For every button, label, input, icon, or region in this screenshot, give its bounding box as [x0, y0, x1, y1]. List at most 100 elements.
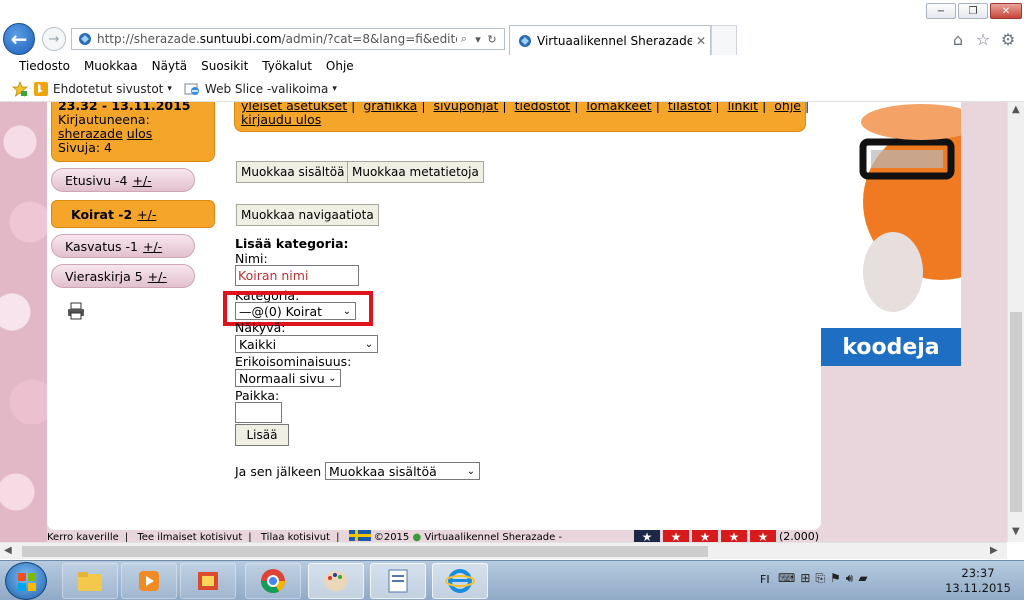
web-slice-gallery-link[interactable]: Web Slice -valikoima ▾ — [184, 82, 337, 96]
internet-explorer-icon — [445, 569, 475, 593]
add-category-heading: Lisää kategoria: — [235, 236, 349, 251]
tab-close-icon[interactable]: ✕ — [692, 34, 710, 48]
menu-link-templates[interactable]: sivupohjat — [434, 102, 499, 113]
nav-item-kasvatus[interactable]: Kasvatus -1 +/- — [51, 234, 195, 258]
printer-icon[interactable] — [67, 302, 85, 320]
horizontal-scroll-thumb[interactable] — [22, 546, 708, 557]
advertisement-banner[interactable]: koodeja — [821, 102, 961, 366]
nav-item-toggle[interactable]: +/- — [148, 269, 167, 284]
rating-star-icon[interactable]: ★ — [634, 530, 660, 542]
rating-count: (2.000) — [779, 530, 820, 542]
menu-link-files[interactable]: tiedostot — [515, 102, 571, 113]
taskbar-internet-explorer[interactable] — [432, 563, 488, 599]
menu-link-help[interactable]: ohje — [774, 102, 801, 113]
gear-icon[interactable]: ⚙ — [998, 29, 1018, 49]
refresh-icon[interactable]: ↻ — [485, 33, 499, 46]
rating-stars: ★ ★ ★ ★ ★ (2.000) — [634, 530, 819, 542]
taskbar-media-player[interactable] — [121, 563, 177, 599]
menu-view[interactable]: Näytä — [145, 59, 195, 73]
browser-tab[interactable]: Virtuaalikennel Sherazade ✕ — [509, 25, 711, 55]
minimize-button[interactable]: − — [926, 3, 956, 19]
volume-icon[interactable]: 🔊︎ — [846, 571, 854, 586]
new-tab-button[interactable] — [711, 25, 737, 55]
after-action-select[interactable]: Muokkaa sisältöä ⌄ — [325, 462, 480, 480]
suggested-sites-link[interactable]: Ehdotetut sivustot ▾ — [34, 81, 172, 96]
tab-favicon-icon — [519, 34, 531, 47]
edit-metadata-button[interactable]: Muokkaa metatietoja — [347, 161, 484, 183]
home-icon[interactable]: ⌂ — [948, 29, 968, 49]
taskbar: FI ⌨ ⊞ ⎘ ⚑ 🔊︎ ▰ 23:37 13.11.2015 — [0, 560, 1024, 600]
close-button[interactable]: ✕ — [990, 3, 1022, 19]
logout-link[interactable]: ulos — [127, 126, 153, 141]
menu-link-statistics[interactable]: tilastot — [668, 102, 711, 113]
address-url[interactable]: http://sherazade.suntuubi.com/admin/?cat… — [97, 32, 457, 46]
address-bar[interactable]: http://sherazade.suntuubi.com/admin/?cat… — [71, 28, 505, 50]
special-select[interactable]: Normaali sivu ⌄ — [235, 369, 341, 387]
navigation-bar: ← → http://sherazade.suntuubi.com/admin/… — [0, 22, 1024, 56]
favorites-star-add-icon[interactable] — [12, 80, 28, 97]
favorites-star-icon[interactable]: ☆ — [973, 29, 993, 49]
rating-star-icon[interactable]: ★ — [663, 530, 689, 542]
menu-link-graphics[interactable]: grafiikka — [363, 102, 417, 113]
scroll-up-arrow-icon[interactable]: ▲ — [1012, 104, 1020, 115]
nav-item-toggle[interactable]: +/- — [137, 207, 156, 222]
action-flag-icon[interactable]: ⚑ — [830, 571, 841, 586]
edit-navigation-button[interactable]: Muokkaa navigaatiota — [236, 204, 379, 226]
taskbar-clock[interactable]: 23:37 13.11.2015 — [944, 566, 1012, 596]
dropdown-caret-icon[interactable]: ▾ — [471, 33, 485, 46]
scroll-right-arrow-icon[interactable]: ▶ — [990, 545, 998, 556]
start-button[interactable] — [5, 562, 47, 600]
menu-help[interactable]: Ohje — [319, 59, 361, 73]
tray-language[interactable]: FI — [760, 573, 770, 586]
back-button[interactable]: ← — [3, 23, 35, 55]
taskbar-chrome[interactable] — [245, 563, 301, 599]
nav-item-koirat[interactable]: Koirat -2 +/- — [51, 200, 215, 228]
place-input[interactable] — [235, 402, 282, 423]
username-link[interactable]: sherazade — [58, 126, 123, 141]
horizontal-scrollbar[interactable]: ◀ ▶ — [0, 542, 1007, 559]
page-count: Sivuja: 4 — [58, 140, 112, 155]
scroll-left-arrow-icon[interactable]: ◀ — [4, 545, 12, 556]
vertical-scroll-thumb[interactable] — [1010, 312, 1022, 512]
taskbar-paint-app[interactable] — [180, 563, 236, 599]
footer-link-tell-friend[interactable]: Kerro kaverille — [47, 532, 119, 542]
taskbar-document[interactable] — [370, 563, 426, 599]
paint-app-icon — [198, 572, 218, 590]
view-select[interactable]: Kaikki ⌄ — [235, 335, 378, 353]
nav-item-toggle[interactable]: +/- — [132, 173, 151, 188]
menu-tools[interactable]: Työkalut — [255, 59, 319, 73]
admin-top-menu: yleiset asetukset | grafiikka | sivupohjat… — [234, 102, 809, 132]
menu-link-links[interactable]: linkit — [728, 102, 758, 113]
menu-file[interactable]: Tiedosto — [12, 59, 77, 73]
scroll-down-arrow-icon[interactable]: ▼ — [1012, 526, 1020, 537]
taskbar-explorer[interactable] — [62, 563, 118, 599]
nav-item-toggle[interactable]: +/- — [143, 239, 162, 254]
taskbar-paint[interactable] — [308, 563, 364, 599]
page-viewport: 23.32 - 13.11.2015 Kirjautuneena: sheraz… — [0, 102, 1007, 542]
network-icon[interactable]: ▰ — [858, 571, 867, 586]
edit-content-button[interactable]: Muokkaa sisältöä — [236, 161, 350, 183]
rating-star-icon[interactable]: ★ — [692, 530, 718, 542]
name-input[interactable]: Koiran nimi — [235, 265, 359, 286]
search-icon[interactable]: ⌕ — [457, 32, 471, 46]
menu-bar: Tiedosto Muokkaa Näytä Suosikit Työkalut… — [0, 56, 1024, 76]
add-button[interactable]: Lisää — [235, 424, 289, 446]
chevron-down-icon: ⌄ — [328, 372, 337, 384]
keyboard-icon[interactable]: ⌨ — [778, 571, 795, 586]
forward-button[interactable]: → — [42, 27, 66, 51]
palette-icon — [324, 571, 348, 591]
vertical-scrollbar[interactable]: ▲ ▼ — [1007, 102, 1024, 542]
rating-star-icon[interactable]: ★ — [721, 530, 747, 542]
footer-link-free-sites[interactable]: Tee ilmaiset kotisivut — [137, 532, 242, 542]
nav-item-vieraskirja[interactable]: Vieraskirja 5 +/- — [51, 264, 195, 288]
menu-favorites[interactable]: Suosikit — [194, 59, 255, 73]
rating-star-icon[interactable]: ★ — [750, 530, 776, 542]
footer-link-order-sites[interactable]: Tilaa kotisivut — [261, 532, 330, 542]
menu-link-logout[interactable]: kirjaudu ulos — [241, 112, 321, 127]
menu-link-forms[interactable]: lomakkeet — [586, 102, 651, 113]
nav-item-etusivu[interactable]: Etusivu -4 +/- — [51, 168, 195, 192]
menu-edit[interactable]: Muokkaa — [77, 59, 145, 73]
clipboard-icon[interactable]: ⎘ — [815, 571, 825, 586]
windows-flag-icon[interactable]: ⊞ — [800, 571, 810, 586]
maximize-button[interactable]: ❐ — [958, 3, 988, 19]
